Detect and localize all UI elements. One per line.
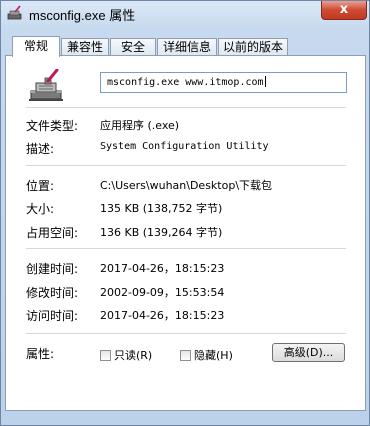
close-icon: x [339, 2, 349, 17]
checkbox-box[interactable] [180, 350, 191, 361]
divider [26, 165, 346, 166]
divider [26, 333, 346, 334]
description-label: 描述: [26, 142, 55, 156]
file-name-text: msconfig.exe www.itmop.com [107, 77, 264, 88]
text-caret [264, 76, 266, 87]
location-label: 位置: [26, 179, 55, 193]
readonly-label: 只读(R) [114, 349, 153, 362]
hidden-label: 隐藏(H) [194, 349, 233, 362]
window-title: msconfig.exe 属性 [29, 8, 136, 23]
msconfig-app-icon [29, 69, 63, 101]
location-value: C:\Users\wuhan\Desktop\下载包 [100, 179, 273, 192]
tab-details[interactable]: 详细信息 [157, 38, 217, 55]
size-on-disk-value: 136 KB (139,264 字节) [100, 226, 223, 239]
file-type-label: 文件类型: [26, 119, 79, 133]
size-label: 大小: [26, 202, 55, 216]
size-value: 135 KB (138,752 字节) [100, 202, 223, 215]
title-bar[interactable]: msconfig.exe 属性 x [1, 1, 370, 29]
tab-security[interactable]: 安全 [110, 38, 156, 55]
accessed-label: 访问时间: [26, 309, 79, 323]
tab-previous-versions[interactable]: 以前的版本 [218, 38, 288, 55]
readonly-checkbox[interactable]: 只读(R) [100, 347, 152, 363]
modified-value: 2002-09-09，15:53:54 [100, 286, 225, 299]
checkbox-box[interactable] [100, 350, 111, 361]
created-value: 2017-04-26，18:15:23 [100, 262, 225, 275]
properties-dialog: msconfig.exe 属性 x 常规 兼容性 安全 详细信息 以前的版本 m… [0, 0, 370, 426]
accessed-value: 2017-04-26，18:15:23 [100, 309, 225, 322]
attributes-label: 属性: [26, 347, 55, 361]
divider [26, 248, 346, 249]
size-on-disk-label: 占用空间: [26, 226, 79, 240]
advanced-button[interactable]: 高级(D)... [272, 343, 345, 362]
file-name-input[interactable]: msconfig.exe www.itmop.com [100, 72, 347, 93]
created-label: 创建时间: [26, 262, 79, 276]
general-tab-panel: msconfig.exe www.itmop.com 文件类型: 应用程序 (.… [5, 55, 366, 411]
tab-compatibility[interactable]: 兼容性 [61, 38, 109, 55]
hidden-checkbox[interactable]: 隐藏(H) [180, 347, 233, 363]
modified-label: 修改时间: [26, 286, 79, 300]
divider [26, 107, 346, 108]
msconfig-app-icon [7, 5, 22, 20]
tab-general[interactable]: 常规 [12, 36, 60, 57]
close-button[interactable]: x [321, 1, 367, 20]
file-type-value: 应用程序 (.exe) [100, 119, 180, 132]
description-value: System Configuration Utility [100, 141, 269, 152]
